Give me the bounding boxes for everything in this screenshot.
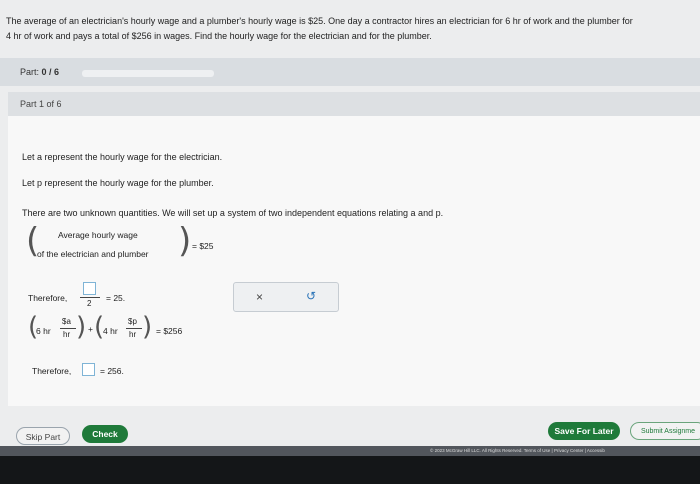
- screen-bezel: [0, 456, 700, 484]
- combined-input[interactable]: [82, 363, 95, 376]
- eq-rhs-4: = 256.: [100, 366, 124, 376]
- part-progress-bar: Part: 0 / 6: [0, 58, 700, 86]
- action-panel: × ↺: [233, 282, 339, 312]
- avg-line-2: of the electrician and plumber: [37, 249, 149, 259]
- close-icon[interactable]: ×: [256, 290, 263, 304]
- skip-part-button[interactable]: Skip Part: [16, 427, 70, 445]
- four-hr: 4 hr: [103, 326, 118, 336]
- check-button[interactable]: Check: [82, 425, 128, 443]
- part-label: Part: 0 / 6: [20, 67, 59, 77]
- problem-line-2: 4 hr of work and pays a total of $256 in…: [6, 31, 432, 41]
- problem-statement: The average of an electrician's hourly w…: [6, 14, 696, 44]
- sp-numerator: $p: [128, 317, 137, 326]
- sp-fraction-bar: [126, 328, 142, 329]
- therefore-2: Therefore,: [32, 366, 72, 376]
- therefore-1: Therefore,: [28, 293, 68, 303]
- fraction-denominator: 2: [87, 299, 92, 308]
- paren-a-right: ): [76, 312, 87, 342]
- submit-assignment-button[interactable]: Submit Assignme: [630, 422, 700, 440]
- eq-rhs-2: = 25.: [106, 293, 126, 303]
- section-header: Part 1 of 6: [8, 92, 700, 116]
- part-count: 0 / 6: [41, 67, 60, 77]
- paren-p-right: ): [142, 312, 153, 342]
- sa-fraction-bar: [60, 328, 76, 329]
- six-hr: 6 hr: [36, 326, 51, 336]
- sa-numerator: $a: [62, 317, 71, 326]
- undo-icon[interactable]: ↺: [306, 289, 316, 303]
- progress-track: [82, 70, 214, 77]
- section-title: Part 1 of 6: [20, 99, 62, 109]
- fraction-bar: [80, 297, 100, 298]
- let-a-text: Let a represent the hourly wage for the …: [22, 152, 223, 162]
- sa-denominator: hr: [63, 330, 71, 339]
- avg-line-1: Average hourly wage: [58, 230, 138, 240]
- footer-text: © 2023 McGraw Hill LLC. All Rights Reser…: [430, 448, 605, 453]
- average-equation: ( Average hourly wage of the electrician…: [26, 221, 192, 266]
- save-for-later-button[interactable]: Save For Later: [548, 422, 620, 440]
- plus-sign: +: [88, 324, 93, 334]
- part-label-text: Part:: [20, 67, 40, 77]
- eq-rhs-3: = $256: [156, 326, 183, 336]
- avg-rhs: = $25: [192, 241, 214, 251]
- problem-line-1: The average of an electrician's hourly w…: [6, 16, 633, 26]
- right-paren: ): [178, 221, 192, 261]
- let-p-text: Let p represent the hourly wage for the …: [22, 178, 214, 188]
- unknowns-text: There are two unknown quantities. We wil…: [22, 208, 444, 218]
- sp-denominator: hr: [129, 330, 137, 339]
- numerator-input[interactable]: [83, 282, 96, 295]
